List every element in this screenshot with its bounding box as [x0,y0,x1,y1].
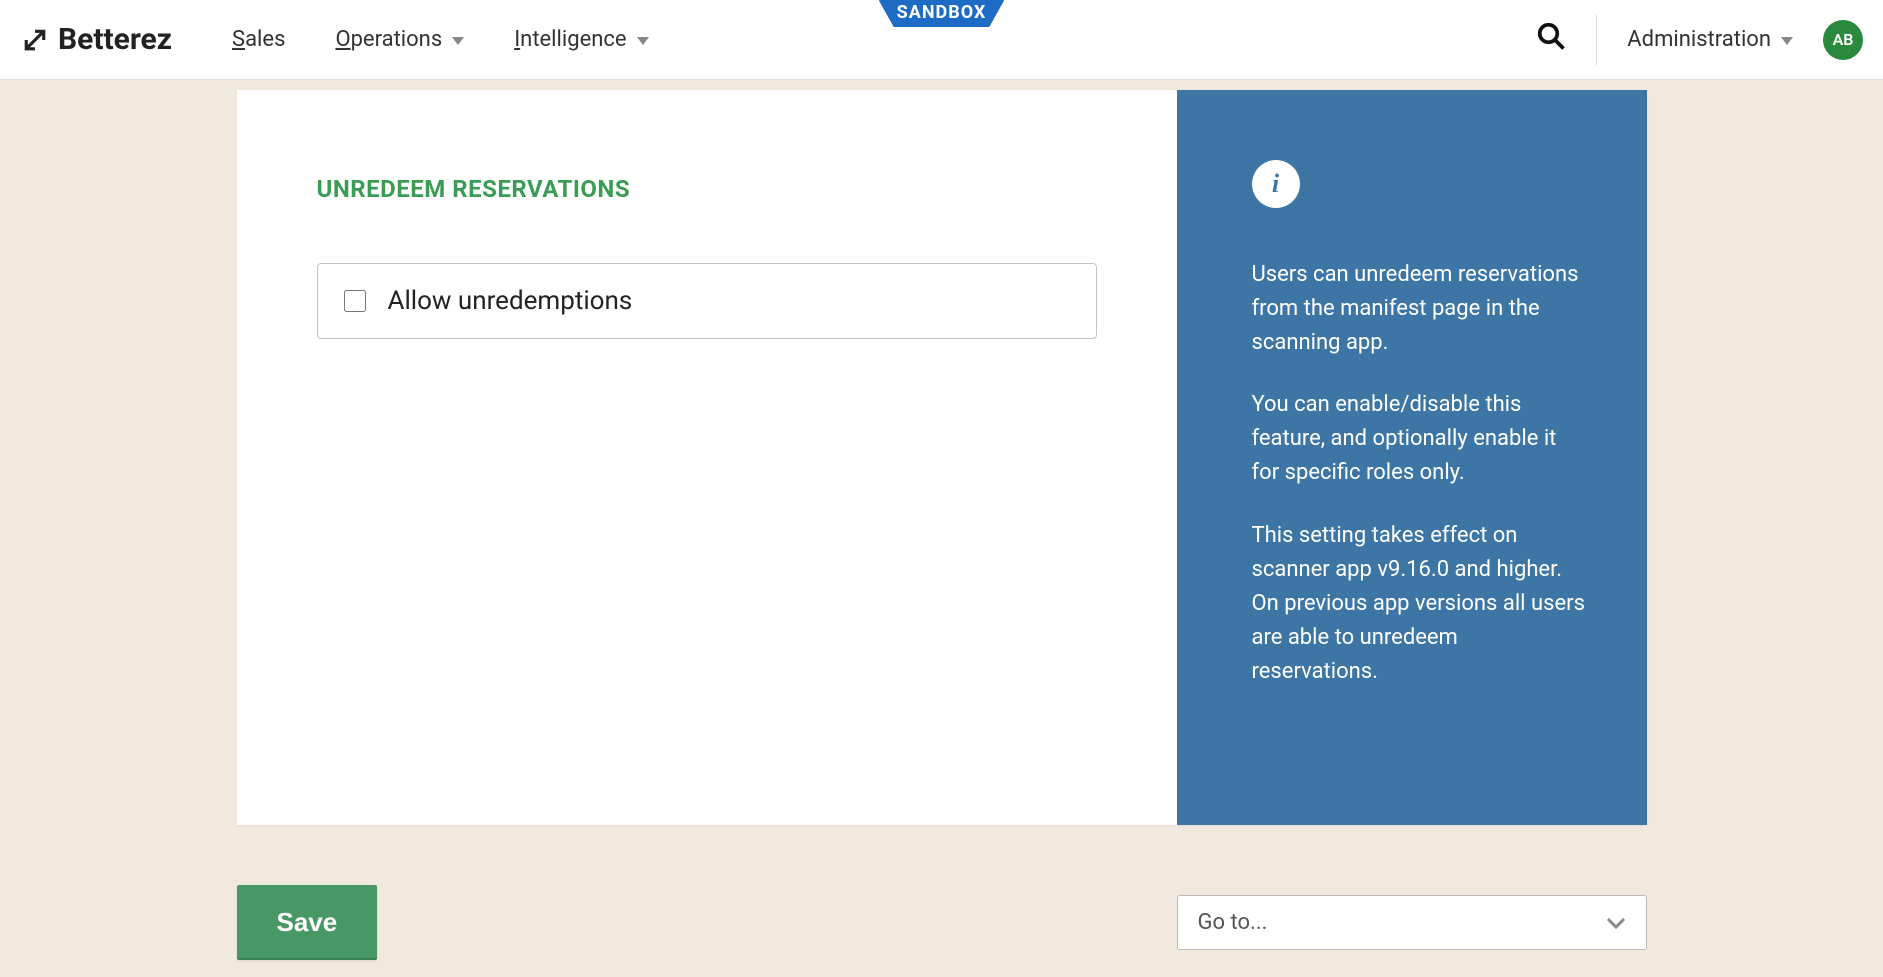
sandbox-badge: SANDBOX [879,0,1005,27]
section-title: UNREDEEM RESERVATIONS [317,175,1097,203]
divider [1596,15,1597,65]
info-paragraph-3: This setting takes effect on scanner app… [1252,519,1587,689]
nav-administration[interactable]: Administration [1627,27,1793,52]
logo[interactable]: Betterez [20,22,172,57]
chevron-down-icon [637,37,649,45]
top-navbar: Betterez Sales Operations Intelligence S… [0,0,1883,80]
chevron-down-icon [1606,911,1626,935]
settings-card: UNREDEEM RESERVATIONS Allow unredemption… [237,90,1647,825]
nav-links: Sales Operations Intelligence [232,27,649,52]
logo-text: Betterez [58,22,172,57]
content-area: UNREDEEM RESERVATIONS Allow unredemption… [0,80,1883,960]
avatar[interactable]: AB [1823,20,1863,60]
topbar-right: Administration AB [1536,15,1863,65]
chevron-down-icon [452,37,464,45]
search-icon [1536,21,1566,51]
nav-operations[interactable]: Operations [335,27,464,52]
allow-unredemptions-checkbox[interactable] [344,290,366,312]
allow-unredemptions-label: Allow unredemptions [388,286,633,316]
chevron-down-icon [1781,37,1793,45]
nav-intelligence[interactable]: Intelligence [514,27,648,52]
info-icon: i [1252,160,1300,208]
content-inner: UNREDEEM RESERVATIONS Allow unredemption… [237,90,1647,960]
nav-administration-label: Administration [1627,27,1771,52]
info-paragraph-2: You can enable/disable this feature, and… [1252,388,1587,490]
allow-unredemptions-field[interactable]: Allow unredemptions [317,263,1097,339]
goto-select-label: Go to... [1198,910,1268,935]
goto-select[interactable]: Go to... [1177,895,1647,950]
nav-sales[interactable]: Sales [232,27,285,52]
save-button[interactable]: Save [237,885,378,960]
info-paragraph-1: Users can unredeem reservations from the… [1252,258,1587,360]
nav-sales-label: Sales [232,27,285,52]
bottom-bar: Save Go to... [237,885,1647,960]
info-panel: i Users can unredeem reservations from t… [1177,90,1647,825]
nav-operations-label: Operations [335,27,442,52]
search-button[interactable] [1536,21,1566,58]
nav-intelligence-label: Intelligence [514,27,626,52]
card-main: UNREDEEM RESERVATIONS Allow unredemption… [237,90,1177,825]
info-text: Users can unredeem reservations from the… [1252,258,1587,689]
logo-icon [20,25,50,55]
